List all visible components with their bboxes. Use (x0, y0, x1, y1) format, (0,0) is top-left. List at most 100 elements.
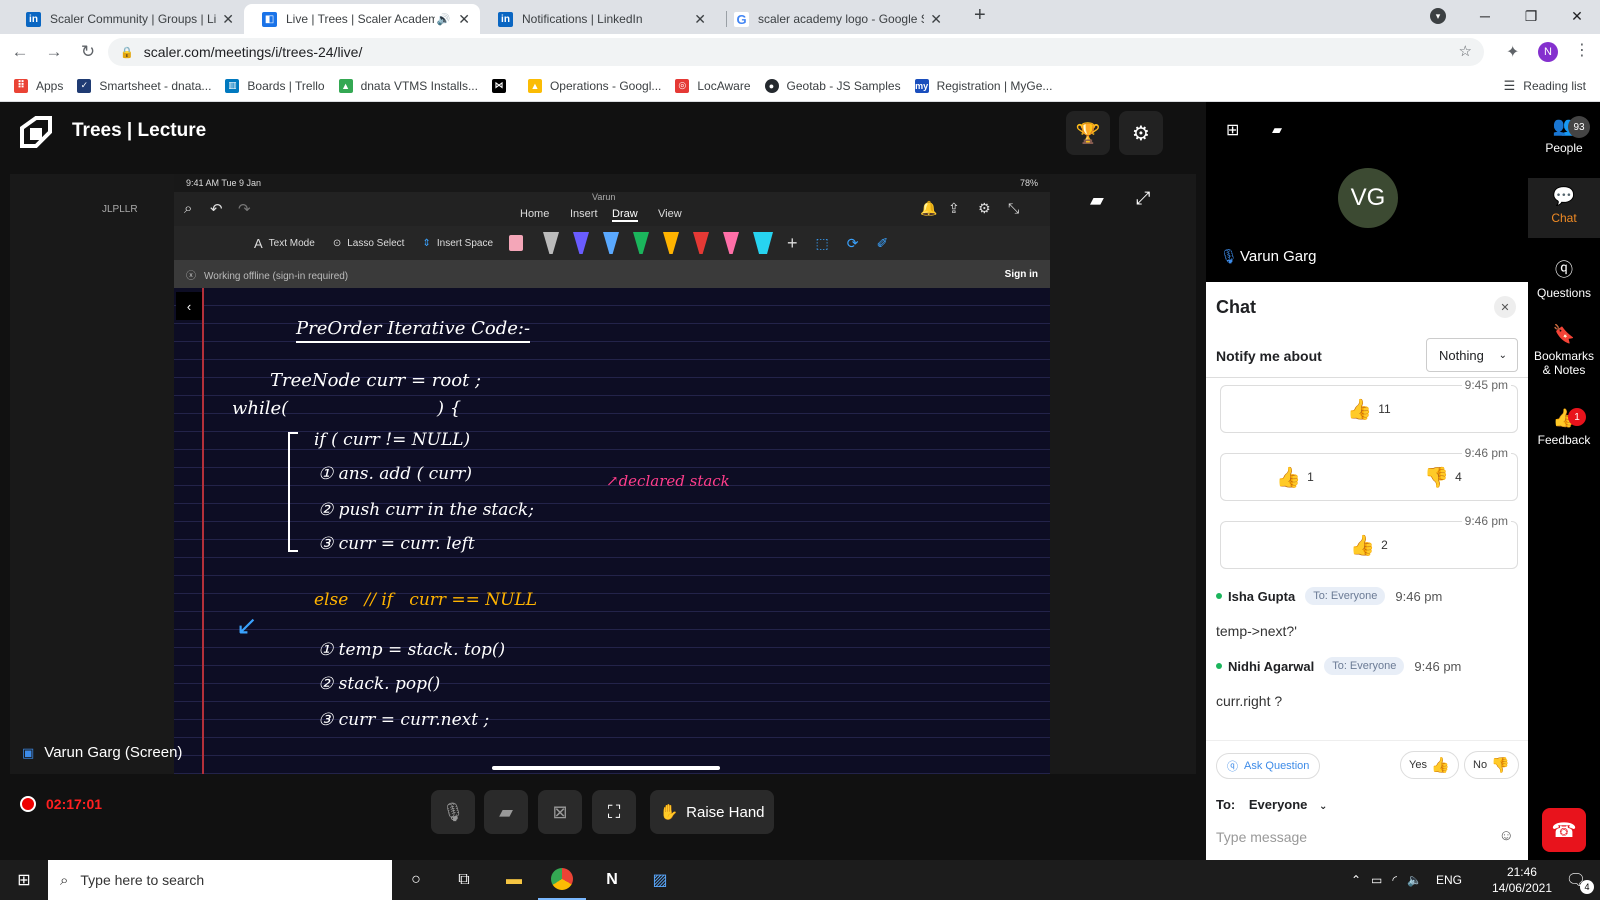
camera-off-button[interactable]: ▰ (484, 790, 528, 834)
tab-notifications-linkedin[interactable]: in Notifications | LinkedIn ✕ (480, 4, 716, 34)
notifications-icon[interactable]: 🗨 4 (1552, 860, 1600, 900)
bookmark-apps[interactable]: ⠿ Apps (14, 78, 63, 93)
kebab-menu-icon[interactable]: ⋮ (1574, 40, 1590, 60)
lasso-select-tool[interactable]: Lasso Select (347, 238, 404, 249)
ink-to-shape-icon[interactable]: ⟳ (847, 235, 859, 252)
pen-red-icon[interactable] (693, 232, 710, 254)
forward-arrow-icon[interactable]: → (40, 42, 68, 62)
fullscreen-expand-icon[interactable]: ⤢ (1136, 188, 1150, 209)
nav-questions[interactable]: ⓠ Questions (1528, 256, 1600, 302)
volume-icon[interactable]: 🔈 (1407, 873, 1422, 887)
emoji-icon[interactable]: ☺ (1499, 827, 1514, 844)
pen-pink-icon[interactable] (723, 232, 740, 254)
add-pen-plus-icon[interactable]: + (787, 233, 798, 254)
taskbar-clock[interactable]: 21:46 14/06/2021 (1492, 864, 1552, 896)
collapse-icon[interactable]: ⤡ (1008, 200, 1019, 217)
text-mode-tool[interactable]: Text Mode (269, 238, 315, 249)
end-call-button[interactable]: ☎ (1542, 808, 1586, 852)
bookmark-trello[interactable]: ▥ Boards | Trello (225, 78, 325, 93)
taskbar-search[interactable]: ⌕ Type here to search (48, 860, 392, 900)
tab-search-chevron-icon[interactable]: ▾ (1430, 8, 1446, 24)
pen-green-icon[interactable] (633, 232, 650, 254)
reload-icon[interactable]: ↻ (74, 42, 102, 62)
notify-select[interactable]: Nothing ⌄ (1426, 338, 1518, 372)
language-indicator[interactable]: ENG (1436, 873, 1462, 887)
bookmark-locaware[interactable]: ◎ LocAware (675, 78, 751, 93)
tab-scaler-community[interactable]: in Scaler Community | Groups | Link ✕ (8, 4, 244, 34)
bookmark-star-icon[interactable]: ☆ (1459, 42, 1472, 60)
address-bar[interactable]: 🔒 scaler.com/meetings/i/trees-24/live/ ☆ (108, 38, 1484, 66)
menu-view[interactable]: View (658, 208, 682, 220)
speaker-icon[interactable]: 🔊 (437, 13, 451, 26)
file-explorer-icon[interactable]: ▬ (490, 860, 538, 900)
chrome-icon[interactable] (538, 860, 586, 900)
ink-replay-icon[interactable]: ✐ (877, 235, 889, 252)
notion-icon[interactable]: N (588, 860, 636, 900)
cortana-circle-icon[interactable]: ○ (392, 860, 440, 900)
pen-silver-icon[interactable] (543, 232, 560, 254)
close-tab-icon[interactable]: ✕ (930, 11, 942, 28)
menu-insert[interactable]: Insert (570, 208, 598, 220)
nav-people[interactable]: 👥 People 93 (1528, 116, 1600, 172)
nav-feedback[interactable]: 👍 Feedback 1 (1528, 408, 1600, 454)
offline-x-icon[interactable]: ⓧ (186, 271, 196, 282)
bookmark-bowtie[interactable]: ⋈ (491, 78, 514, 93)
search-icon[interactable]: ⌕ (184, 200, 192, 217)
video-off-icon[interactable]: ▰ (1090, 190, 1104, 211)
video-off-icon[interactable]: ▰ (1272, 122, 1282, 138)
sign-in-link[interactable]: Sign in (1005, 269, 1038, 280)
menu-draw[interactable]: Draw (612, 208, 638, 222)
undo-icon[interactable]: ↶ (210, 200, 223, 218)
highlighter-cyan-icon[interactable] (753, 232, 774, 254)
reading-list[interactable]: ☰ Reading list (1504, 78, 1586, 94)
recipient-select[interactable]: To: Everyone ⌄ (1216, 797, 1327, 812)
nav-bookmarks[interactable]: 🔖 Bookmarks & Notes (1528, 324, 1600, 380)
close-tab-icon[interactable]: ✕ (694, 11, 706, 28)
task-view-icon[interactable]: ⧉ (440, 860, 488, 900)
eraser-icon[interactable] (509, 235, 524, 251)
shapes-icon[interactable]: ⬚ (816, 235, 829, 252)
restore-icon[interactable]: ❐ (1508, 0, 1554, 32)
no-button[interactable]: No 👎 (1464, 751, 1519, 779)
windows-start-icon[interactable]: ⊞ (0, 860, 48, 900)
yes-button[interactable]: Yes 👍 (1400, 751, 1459, 779)
profile-avatar[interactable]: N (1538, 42, 1558, 62)
minimize-icon[interactable]: ─ (1462, 0, 1508, 32)
screen-share-off-button[interactable]: ⊠ (538, 790, 582, 834)
battery-icon[interactable]: ▭ (1371, 873, 1382, 887)
settings-button[interactable]: ⚙ (1119, 111, 1163, 155)
gear-icon[interactable]: ⚙ (978, 200, 991, 217)
bookmark-registration[interactable]: my Registration | MyGe... (914, 78, 1052, 93)
redo-icon[interactable]: ↷ (238, 200, 251, 218)
raise-hand-button[interactable]: ✋ Raise Hand (650, 790, 774, 834)
close-tab-icon[interactable]: ✕ (458, 11, 470, 28)
share-icon[interactable]: ⇪ (948, 200, 960, 217)
nav-chat[interactable]: 💬 Chat (1528, 178, 1600, 238)
close-tab-icon[interactable]: ✕ (222, 11, 234, 28)
bell-icon[interactable]: 🔔 (920, 200, 937, 217)
bookmark-operations[interactable]: ▲ Operations - Googl... (527, 78, 661, 93)
menu-home[interactable]: Home (520, 208, 549, 220)
tab-live-trees[interactable]: ◧ Live | Trees | Scaler Academy 🔊 ✕ (244, 4, 480, 34)
mic-off-button[interactable]: 🎙 (431, 790, 475, 834)
bookmark-dnata-vtms[interactable]: ▲ dnata VTMS Installs... (338, 78, 478, 93)
pen-yellow-icon[interactable] (663, 232, 680, 254)
new-tab-plus-icon[interactable]: + (974, 4, 986, 27)
insert-space-tool[interactable]: Insert Space (437, 238, 493, 249)
pen-blue-icon[interactable] (603, 232, 620, 254)
bookmark-smartsheet[interactable]: ✓ Smartsheet - dnata... (77, 78, 211, 93)
bookmark-geotab[interactable]: ● Geotab - JS Samples (764, 78, 901, 93)
extensions-puzzle-icon[interactable]: ✦ (1506, 42, 1519, 62)
ask-question-button[interactable]: ⓠ Ask Question (1216, 753, 1321, 779)
collapse-pages-chevron-icon[interactable]: ‹ (176, 292, 202, 320)
tab-google-search[interactable]: G scaler academy logo - Google Se ✕ (716, 4, 952, 34)
message-input[interactable] (1216, 825, 1496, 849)
close-window-icon[interactable]: ✕ (1554, 0, 1600, 32)
tray-chevron-up-icon[interactable]: ⌃ (1351, 873, 1361, 887)
grid-layout-icon[interactable]: ⊞ (1226, 120, 1239, 140)
close-chat-button[interactable]: ✕ (1494, 296, 1516, 318)
photos-icon[interactable]: ▨ (636, 860, 684, 900)
pen-purple-icon[interactable] (573, 232, 590, 254)
fullscreen-button[interactable]: ⛶ (592, 790, 636, 834)
leaderboard-trophy-button[interactable]: 🏆 (1066, 111, 1110, 155)
